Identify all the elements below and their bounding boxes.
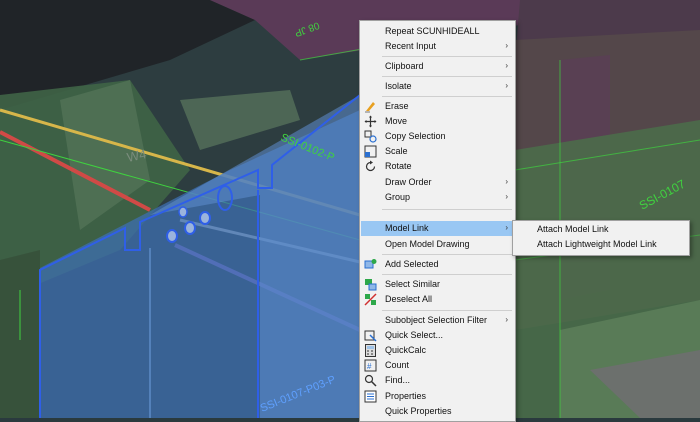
calculator-icon bbox=[364, 344, 377, 357]
menu-item-label: Isolate bbox=[385, 81, 412, 91]
menu-item-model-link[interactable]: Model Link › bbox=[361, 221, 514, 236]
menu-item-quickcalc[interactable]: QuickCalc bbox=[361, 343, 514, 358]
add-selected-icon bbox=[364, 258, 377, 271]
menu-item-attach-lightweight-model-link[interactable]: Attach Lightweight Model Link bbox=[514, 237, 688, 252]
menu-item-quick-select[interactable]: Quick Select... bbox=[361, 328, 514, 343]
menu-item-label: Group bbox=[385, 192, 411, 202]
rotate-icon bbox=[364, 160, 377, 173]
menu-item-open-model-drawing[interactable]: Open Model Drawing bbox=[361, 237, 514, 252]
copy-icon bbox=[364, 130, 377, 143]
select-similar-icon bbox=[364, 278, 377, 291]
menu-item-group[interactable]: Group › bbox=[361, 190, 514, 205]
model-link-submenu: Attach Model Link Attach Lightweight Mod… bbox=[512, 220, 690, 256]
submenu-arrow-icon: › bbox=[505, 177, 508, 186]
menu-item-quick-properties[interactable]: Quick Properties bbox=[361, 404, 514, 419]
menu-item-label: Draw Order bbox=[385, 177, 432, 187]
menu-separator bbox=[382, 310, 512, 311]
count-icon: # bbox=[364, 359, 377, 372]
submenu-arrow-icon: › bbox=[505, 41, 508, 50]
menu-item-label: Select Similar bbox=[385, 279, 441, 289]
menu-item-label: Copy Selection bbox=[385, 131, 446, 141]
menu-item-label: Model Link bbox=[385, 223, 429, 233]
menu-separator bbox=[382, 209, 512, 210]
menu-item-label: Attach Model Link bbox=[537, 224, 609, 234]
menu-item-label: Quick Select... bbox=[385, 330, 444, 340]
menu-item-properties[interactable]: Properties bbox=[361, 389, 514, 404]
menu-item-copy-selection[interactable]: Copy Selection bbox=[361, 129, 514, 144]
menu-item-count[interactable]: # Count bbox=[361, 358, 514, 373]
menu-item-repeat-scunhideall[interactable]: Repeat SCUNHIDEALL bbox=[361, 24, 514, 39]
menu-item-deselect-all[interactable]: Deselect All bbox=[361, 292, 514, 307]
menu-item-label: Deselect All bbox=[385, 294, 433, 304]
menu-item-label: QuickCalc bbox=[385, 345, 427, 355]
menu-item-label: Quick Properties bbox=[385, 406, 452, 416]
menu-item-label: Find... bbox=[385, 375, 411, 385]
submenu-arrow-icon: › bbox=[505, 61, 508, 70]
menu-item-label: Clipboard bbox=[385, 61, 424, 71]
menu-item-clipboard[interactable]: Clipboard › bbox=[361, 59, 514, 74]
scale-icon bbox=[364, 145, 377, 158]
menu-item-label: Subobject Selection Filter bbox=[385, 315, 488, 325]
properties-icon bbox=[364, 390, 377, 403]
context-menu: Repeat SCUNHIDEALL Recent Input › Clipbo… bbox=[359, 20, 516, 422]
menu-separator bbox=[382, 254, 512, 255]
menu-item-label: Rotate bbox=[385, 161, 412, 171]
erase-icon bbox=[364, 100, 377, 113]
menu-item-draw-order[interactable]: Draw Order › bbox=[361, 175, 514, 190]
menu-item-rotate[interactable]: Rotate bbox=[361, 159, 514, 174]
menu-item-label: Recent Input bbox=[385, 41, 437, 51]
menu-item-label: Repeat SCUNHIDEALL bbox=[385, 26, 480, 36]
menu-item-label: Count bbox=[385, 360, 410, 370]
move-icon bbox=[364, 115, 377, 128]
deselect-all-icon bbox=[364, 293, 377, 306]
menu-item-add-selected[interactable]: Add Selected bbox=[361, 257, 514, 272]
model-viewport[interactable]: W4 SSI-0102-P SSI-0107 SSI-0107-P03-P 08… bbox=[0, 0, 700, 418]
menu-item-label: Attach Lightweight Model Link bbox=[537, 239, 657, 249]
menu-item-label: Move bbox=[385, 116, 408, 126]
menu-separator bbox=[382, 56, 512, 57]
menu-item-label: Properties bbox=[385, 391, 427, 401]
menu-item-label: Add Selected bbox=[385, 259, 439, 269]
menu-item-recent-input[interactable]: Recent Input › bbox=[361, 39, 514, 54]
submenu-arrow-icon: › bbox=[505, 315, 508, 324]
menu-separator bbox=[382, 76, 512, 77]
menu-item-label: Open Model Drawing bbox=[385, 239, 470, 249]
menu-item-select-similar[interactable]: Select Similar bbox=[361, 277, 514, 292]
menu-separator bbox=[382, 96, 512, 97]
submenu-arrow-icon: › bbox=[505, 223, 508, 232]
find-icon bbox=[364, 374, 377, 387]
menu-item-subobject-selection-filter[interactable]: Subobject Selection Filter › bbox=[361, 313, 514, 328]
menu-item-isolate[interactable]: Isolate › bbox=[361, 79, 514, 94]
menu-item-label: Scale bbox=[385, 146, 408, 156]
svg-text:#: # bbox=[367, 362, 372, 371]
menu-item-scale[interactable]: Scale bbox=[361, 144, 514, 159]
menu-separator bbox=[382, 274, 512, 275]
menu-item-label: Erase bbox=[385, 101, 409, 111]
viewport-drawing: W4 SSI-0102-P SSI-0107 SSI-0107-P03-P 08… bbox=[0, 0, 700, 418]
quick-select-icon bbox=[364, 329, 377, 342]
menu-item-erase[interactable]: Erase bbox=[361, 99, 514, 114]
menu-item-move[interactable]: Move bbox=[361, 114, 514, 129]
submenu-arrow-icon: › bbox=[505, 192, 508, 201]
menu-item-find[interactable]: Find... bbox=[361, 373, 514, 388]
submenu-arrow-icon: › bbox=[505, 81, 508, 90]
menu-item-attach-model-link[interactable]: Attach Model Link bbox=[514, 222, 688, 237]
